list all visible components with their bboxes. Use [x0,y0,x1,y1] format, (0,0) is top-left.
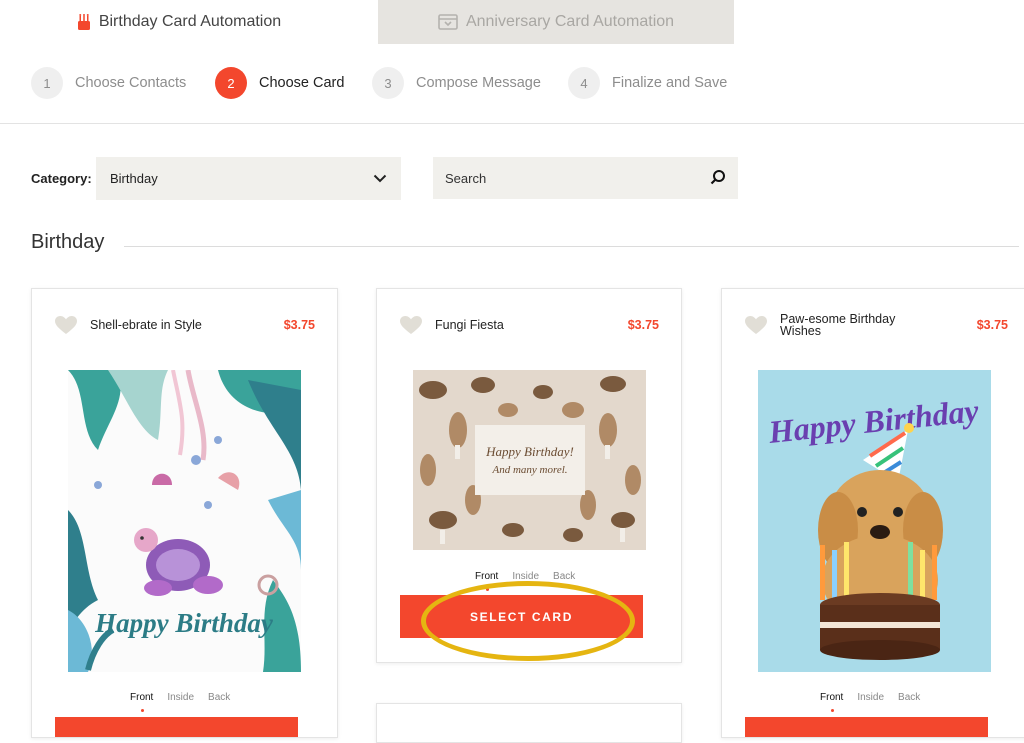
step-choose-card[interactable]: 2 Choose Card [215,66,344,100]
card-fungi-fiesta[interactable]: Fungi Fiesta $3.75 Happy Birthday! And m… [376,288,682,663]
view-inside[interactable]: Inside [167,692,194,703]
step-finalize-save[interactable]: 4 Finalize and Save [568,66,727,100]
card-image-text: Happy Birthday [94,608,274,638]
chevron-down-icon [373,171,387,186]
search-icon[interactable] [710,169,726,188]
card-image-mushrooms[interactable]: Happy Birthday! And many morel. [413,370,646,550]
category-select[interactable]: Birthday [96,157,401,200]
card-shell-ebrate[interactable]: Shell-ebrate in Style $3.75 Happy Birthd… [31,288,338,738]
view-back[interactable]: Back [898,692,920,703]
select-card-button[interactable] [55,717,298,737]
card-price: $3.75 [976,318,1008,332]
automation-tabs: Birthday Card Automation Anniversary Car… [0,0,1024,44]
step-label: Compose Message [416,75,541,91]
step-choose-contacts[interactable]: 1 Choose Contacts [31,66,186,100]
tab-anniversary-automation[interactable]: Anniversary Card Automation [378,0,734,44]
card-view-switch: Front Inside Back [130,692,230,712]
view-back[interactable]: Back [553,571,575,582]
section-title: Birthday [31,231,105,253]
card-next-row[interactable] [376,703,682,743]
heart-icon[interactable] [399,315,423,335]
card-paw-esome[interactable]: Paw-esome Birthday Wishes $3.75 Happy Bi… [721,288,1024,738]
section-divider [124,246,1019,247]
tab-label: Birthday Card Automation [98,13,282,30]
card-box-icon [438,14,458,30]
category-label: Category: [31,171,92,186]
step-label: Choose Card [259,75,345,91]
card-price: $3.75 [627,318,659,332]
heart-icon[interactable] [744,315,768,335]
tab-label: Anniversary Card Automation [465,13,675,30]
search-input[interactable]: Search [433,157,738,199]
heart-icon[interactable] [54,315,78,335]
card-image-text: Happy Birthday! [485,444,574,459]
card-image-dog[interactable]: Happy Birthday [758,370,991,672]
view-front[interactable]: Front [475,571,498,591]
card-header: Shell-ebrate in Style $3.75 [54,313,315,337]
card-price: $3.75 [283,318,315,332]
card-view-switch: Front Inside Back [475,571,575,591]
birthday-cake-icon [77,13,91,31]
step-label: Choose Contacts [75,75,187,91]
search-placeholder: Search [445,170,487,186]
step-number: 2 [215,67,247,99]
tab-birthday-automation[interactable]: Birthday Card Automation [0,0,358,44]
card-title: Shell-ebrate in Style [90,318,202,332]
step-compose-message[interactable]: 3 Compose Message [372,66,541,100]
view-inside[interactable]: Inside [512,571,539,582]
card-title: Paw-esome Birthday Wishes [780,312,896,338]
step-label: Finalize and Save [612,75,728,91]
card-view-switch: Front Inside Back [820,692,920,712]
view-front[interactable]: Front [130,692,153,712]
wizard-stepper: 1 Choose Contacts 2 Choose Card 3 Compos… [0,44,1024,124]
view-front[interactable]: Front [820,692,843,712]
card-header: Fungi Fiesta $3.75 [399,313,659,337]
view-back[interactable]: Back [208,692,230,703]
category-value: Birthday [110,171,158,186]
card-title: Fungi Fiesta [435,318,504,332]
step-number: 3 [372,67,404,99]
select-card-button[interactable] [745,717,988,737]
view-inside[interactable]: Inside [857,692,884,703]
card-image-sea-turtle[interactable]: Happy Birthday [68,370,301,672]
step-number: 4 [568,67,600,99]
step-number: 1 [31,67,63,99]
card-header: Paw-esome Birthday Wishes $3.75 [744,313,1008,337]
select-card-button[interactable]: SELECT CARD [400,595,643,638]
card-image-subtext: And many morel. [491,464,567,476]
